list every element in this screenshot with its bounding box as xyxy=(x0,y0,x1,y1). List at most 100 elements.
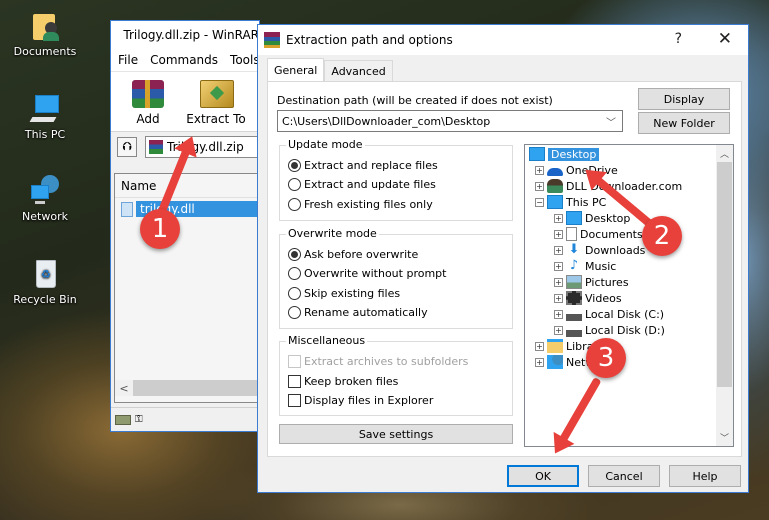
expand-icon[interactable]: + xyxy=(554,325,563,335)
checkbox-display-in-explorer[interactable]: Display files in Explorer xyxy=(288,394,433,407)
option-label: Keep broken files xyxy=(304,375,399,388)
tree-item[interactable]: + Local Disk (C:) xyxy=(554,306,664,322)
desktop-icon-label: Documents xyxy=(13,45,77,58)
ok-button[interactable]: OK xyxy=(507,465,579,487)
overwrite-mode-title: Overwrite mode xyxy=(286,227,379,240)
tree-item[interactable]: + Pictures xyxy=(554,274,629,290)
chevron-down-icon[interactable]: ﹀ xyxy=(606,114,616,129)
libraries-icon xyxy=(547,339,563,353)
winrar-menu-bar: File Commands Tools xyxy=(111,49,259,71)
desktop-icon-label: Recycle Bin xyxy=(13,293,77,306)
destination-path-value: C:\Users\DllDownloader_com\Desktop xyxy=(282,114,491,128)
archive-icon xyxy=(149,139,163,154)
radio-ask-before-overwrite[interactable]: Ask before overwrite xyxy=(288,248,418,261)
extract-to-label: Extract To xyxy=(186,112,246,126)
save-settings-button[interactable]: Save settings xyxy=(279,424,513,444)
cancel-button[interactable]: Cancel xyxy=(588,465,660,487)
expand-icon[interactable]: + xyxy=(535,341,544,351)
radio-extract-replace[interactable]: Extract and replace files xyxy=(288,159,438,172)
desktop-icon-recycle-bin[interactable]: ♻ Recycle Bin xyxy=(5,258,85,306)
radio-overwrite-without-prompt[interactable]: Overwrite without prompt xyxy=(288,267,446,280)
tab-advanced[interactable]: Advanced xyxy=(324,60,393,81)
column-header-name[interactable]: Name xyxy=(115,174,258,198)
expand-icon[interactable]: + xyxy=(554,213,563,223)
folder-tree[interactable]: ︿ ﹀ Desktop+OneDrive+DLL Downloader.com−… xyxy=(524,144,734,447)
radio-skip-existing[interactable]: Skip existing files xyxy=(288,287,400,300)
tree-item[interactable]: + Desktop xyxy=(554,210,630,226)
expand-icon[interactable]: + xyxy=(554,245,563,255)
winrar-title: Trilogy.dll.zip - WinRAR xyxy=(123,28,259,42)
pictures-icon xyxy=(566,275,582,289)
tree-item[interactable]: + ⬇ Downloads xyxy=(554,242,645,258)
radio-extract-update[interactable]: Extract and update files xyxy=(288,178,436,191)
radio-button[interactable] xyxy=(288,198,301,211)
user-folder-icon xyxy=(29,10,61,42)
radio-button[interactable] xyxy=(288,267,301,280)
scroll-left-icon[interactable]: < xyxy=(115,380,133,396)
destination-path-combo[interactable]: C:\Users\DllDownloader_com\Desktop ﹀ xyxy=(277,110,623,132)
tab-general[interactable]: General xyxy=(267,58,325,81)
checkbox-extract-to-subfolders: Extract archives to subfolders xyxy=(288,355,468,368)
dll-file-icon xyxy=(121,201,133,217)
option-label: Display files in Explorer xyxy=(304,394,434,407)
winrar-app-icon xyxy=(264,32,280,48)
help-button[interactable]: Help xyxy=(669,465,741,487)
general-tab-page: Destination path (will be created if doe… xyxy=(267,81,742,457)
up-folder-button[interactable]: ⮉ xyxy=(117,136,137,157)
display-button[interactable]: Display xyxy=(638,88,730,110)
drive-icon xyxy=(115,414,131,425)
radio-button[interactable] xyxy=(288,306,301,319)
winrar-title-bar[interactable]: Trilogy.dll.zip - WinRAR xyxy=(111,21,259,49)
radio-button[interactable] xyxy=(288,159,301,172)
desktop-icon-documents[interactable]: Documents xyxy=(5,10,85,58)
expand-icon[interactable]: + xyxy=(554,309,563,319)
radio-button[interactable] xyxy=(288,178,301,191)
scroll-down-icon[interactable]: ﹀ xyxy=(716,429,733,446)
extract-to-button[interactable]: Extract To xyxy=(186,76,246,131)
new-folder-button[interactable]: New Folder xyxy=(638,112,730,134)
close-icon[interactable]: ✕ xyxy=(718,29,732,49)
help-icon[interactable]: ? xyxy=(675,31,682,47)
radio-button[interactable] xyxy=(288,287,301,300)
archive-path-field[interactable]: Trilogy.dll.zip xyxy=(145,135,259,158)
scrollbar-thumb[interactable] xyxy=(717,162,732,387)
expand-icon[interactable]: + xyxy=(535,357,544,367)
file-row[interactable]: trilogy.dll xyxy=(115,200,258,218)
tree-item[interactable]: Desktop xyxy=(529,146,600,162)
desktop-icon-this-pc[interactable]: This PC xyxy=(5,93,85,141)
menu-tools[interactable]: Tools xyxy=(230,53,259,67)
tree-item[interactable]: + Videos xyxy=(554,290,622,306)
vertical-scrollbar[interactable]: ︿ ﹀ xyxy=(716,145,733,446)
expand-icon[interactable]: + xyxy=(554,229,563,239)
menu-file[interactable]: File xyxy=(118,53,138,67)
expand-icon[interactable]: + xyxy=(554,293,563,303)
expand-icon[interactable]: + xyxy=(535,181,544,191)
radio-rename-automatically[interactable]: Rename automatically xyxy=(288,306,428,319)
scroll-up-icon[interactable]: ︿ xyxy=(716,145,733,162)
desktop-icon-label: Network xyxy=(22,210,68,223)
dialog-title-bar[interactable]: Extraction path and options ? ✕ xyxy=(258,25,748,55)
checkbox xyxy=(288,355,301,368)
expand-icon[interactable]: + xyxy=(554,261,563,271)
option-label: Extract and update files xyxy=(304,178,436,191)
checkbox[interactable] xyxy=(288,394,301,407)
add-button[interactable]: Add xyxy=(119,76,177,131)
tree-item[interactable]: + Documents xyxy=(554,226,643,242)
checkbox[interactable] xyxy=(288,375,301,388)
checkbox-keep-broken-files[interactable]: Keep broken files xyxy=(288,375,398,388)
radio-fresh-existing[interactable]: Fresh existing files only xyxy=(288,198,433,211)
expand-icon[interactable]: + xyxy=(554,277,563,287)
tree-item[interactable]: + ♪ Music xyxy=(554,258,616,274)
tree-item-label: Music xyxy=(585,259,617,273)
tree-item[interactable]: − This PC xyxy=(535,194,606,210)
network-icon xyxy=(29,175,61,207)
collapse-icon[interactable]: − xyxy=(535,197,544,207)
winrar-status-bar: ⚿ xyxy=(111,407,259,431)
expand-icon[interactable]: + xyxy=(535,165,544,175)
menu-commands[interactable]: Commands xyxy=(150,53,218,67)
radio-button[interactable] xyxy=(288,248,301,261)
tree-item[interactable]: + Local Disk (D:) xyxy=(554,322,665,338)
destination-path-label: Destination path (will be created if doe… xyxy=(277,94,553,107)
desktop-icon-network[interactable]: Network xyxy=(5,175,85,223)
horizontal-scrollbar[interactable]: < xyxy=(115,380,258,396)
